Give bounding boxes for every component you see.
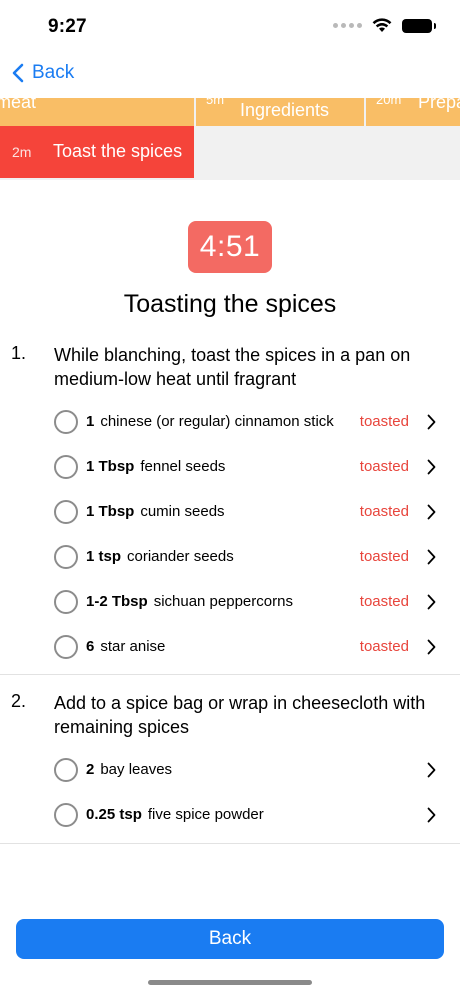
timeline-step-ingredients[interactable]: 5m Ingredients bbox=[196, 98, 364, 126]
nav-bar: Back bbox=[0, 54, 460, 98]
ingredient-label: 6 star anise bbox=[86, 638, 165, 655]
timeline-step-duration: 20m bbox=[376, 98, 402, 107]
chevron-right-icon bbox=[427, 762, 436, 778]
ingredient-name: bay leaves bbox=[100, 761, 173, 778]
ingredient-row[interactable]: 2 bay leaves bbox=[0, 748, 460, 793]
step-timeline[interactable]: meat 5m Ingredients 20m Prepa 2m Toast t… bbox=[0, 98, 460, 180]
nav-back-label: Back bbox=[32, 62, 75, 83]
step-timer[interactable]: 4:51 bbox=[188, 221, 272, 273]
ingredient-checkbox[interactable] bbox=[54, 635, 78, 659]
ingredient-label: 1 tsp coriander seeds bbox=[86, 548, 234, 565]
step-divider bbox=[0, 843, 460, 844]
ingredient-name: coriander seeds bbox=[127, 548, 234, 565]
ingredient-name: fennel seeds bbox=[140, 458, 226, 475]
chevron-right-icon bbox=[427, 414, 436, 430]
timeline-step-duration: 2m bbox=[12, 144, 32, 160]
ingredient-quantity: 6 bbox=[86, 638, 95, 655]
ingredient-name: cumin seeds bbox=[140, 503, 225, 520]
ingredient-checkbox[interactable] bbox=[54, 590, 78, 614]
ingredient-state: toasted bbox=[359, 413, 409, 430]
nav-back-button[interactable]: Back bbox=[12, 62, 74, 84]
ingredient-label: 1-2 Tbsp sichuan peppercorns bbox=[86, 593, 293, 610]
ingredient-label: 0.25 tsp five spice powder bbox=[86, 806, 264, 823]
cellular-signal-icon bbox=[333, 23, 362, 28]
timeline-step-name: Ingredients bbox=[240, 100, 330, 120]
ingredient-state: toasted bbox=[359, 548, 409, 565]
home-indicator bbox=[148, 980, 312, 985]
timeline-step-duration: 5m bbox=[206, 98, 225, 107]
status-icons bbox=[333, 18, 436, 33]
ingredient-checkbox[interactable] bbox=[54, 455, 78, 479]
ingredient-quantity: 0.25 tsp bbox=[86, 806, 142, 823]
ingredient-row[interactable]: 1 Tbsp cumin seeds toasted bbox=[0, 490, 460, 535]
ingredient-name: star anise bbox=[100, 638, 166, 655]
ingredient-label: 1 Tbsp fennel seeds bbox=[86, 458, 225, 475]
timeline-row: meat 5m Ingredients 20m Prepa bbox=[0, 98, 460, 126]
ingredient-state: toasted bbox=[359, 638, 409, 655]
chevron-right-icon bbox=[427, 459, 436, 475]
page-title: Toasting the spices bbox=[123, 290, 337, 318]
ingredient-row[interactable]: 1 tsp coriander seeds toasted bbox=[0, 535, 460, 580]
wifi-icon bbox=[372, 18, 392, 32]
ingredient-checkbox[interactable] bbox=[54, 410, 78, 434]
ingredient-checkbox[interactable] bbox=[54, 500, 78, 524]
status-time: 9:27 bbox=[48, 16, 87, 37]
step-text: While blanching, toast the spices in a p… bbox=[54, 345, 411, 389]
chevron-right-icon bbox=[427, 549, 436, 565]
ingredient-row[interactable]: 1-2 Tbsp sichuan peppercorns toasted bbox=[0, 580, 460, 625]
ingredient-label: 1 Tbsp cumin seeds bbox=[86, 503, 225, 520]
ingredient-quantity: 1 Tbsp bbox=[86, 458, 135, 475]
chevron-right-icon bbox=[427, 639, 436, 655]
timeline-step-name: meat bbox=[0, 98, 37, 112]
timeline-step-name: Prepa bbox=[418, 98, 460, 112]
ingredient-quantity: 2 bbox=[86, 761, 95, 778]
ingredient-quantity: 1-2 Tbsp bbox=[86, 593, 148, 610]
timeline-step-prepare[interactable]: 20m Prepa bbox=[366, 98, 460, 126]
step-text: Add to a spice bag or wrap in cheeseclot… bbox=[54, 693, 426, 737]
chevron-right-icon bbox=[427, 807, 436, 823]
ingredient-row[interactable]: 1 Tbsp fennel seeds toasted bbox=[0, 445, 460, 490]
ingredient-state: toasted bbox=[359, 503, 409, 520]
ingredient-state: toasted bbox=[359, 593, 409, 610]
battery-icon bbox=[402, 18, 436, 33]
ingredient-label: 1 chinese (or regular) cinnamon stick bbox=[86, 413, 334, 430]
chevron-right-icon bbox=[427, 594, 436, 610]
ingredient-row[interactable]: 1 chinese (or regular) cinnamon stick toa… bbox=[0, 400, 460, 445]
step-number: 2. bbox=[11, 691, 27, 711]
timeline-step-active[interactable]: 2m Toast the spices bbox=[0, 126, 194, 178]
ingredient-state: toasted bbox=[359, 458, 409, 475]
ingredient-quantity: 1 tsp bbox=[86, 548, 122, 565]
ingredient-quantity: 1 bbox=[86, 413, 95, 430]
ingredient-name: chinese (or regular) cinnamon stick bbox=[100, 413, 334, 430]
ingredient-quantity: 1 Tbsp bbox=[86, 503, 135, 520]
ingredient-checkbox[interactable] bbox=[54, 803, 78, 827]
back-button[interactable]: Back bbox=[16, 919, 444, 959]
status-bar: 9:27 bbox=[0, 0, 460, 54]
ingredient-row[interactable]: 6 star anise toasted bbox=[0, 625, 460, 670]
ingredient-checkbox[interactable] bbox=[54, 758, 78, 782]
ingredient-row[interactable]: 0.25 tsp five spice powder bbox=[0, 793, 460, 838]
ingredient-checkbox[interactable] bbox=[54, 545, 78, 569]
step-number: 1. bbox=[11, 343, 27, 363]
ingredient-name: five spice powder bbox=[147, 806, 264, 823]
chevron-left-icon bbox=[12, 63, 24, 83]
timeline-step-meat[interactable]: meat bbox=[0, 98, 194, 126]
ingredient-label: 2 bay leaves bbox=[86, 761, 172, 778]
step-divider bbox=[0, 674, 460, 675]
timeline-step-name: Toast the spices bbox=[53, 141, 183, 161]
ingredient-name: sichuan peppercorns bbox=[153, 593, 293, 610]
chevron-right-icon bbox=[427, 504, 436, 520]
